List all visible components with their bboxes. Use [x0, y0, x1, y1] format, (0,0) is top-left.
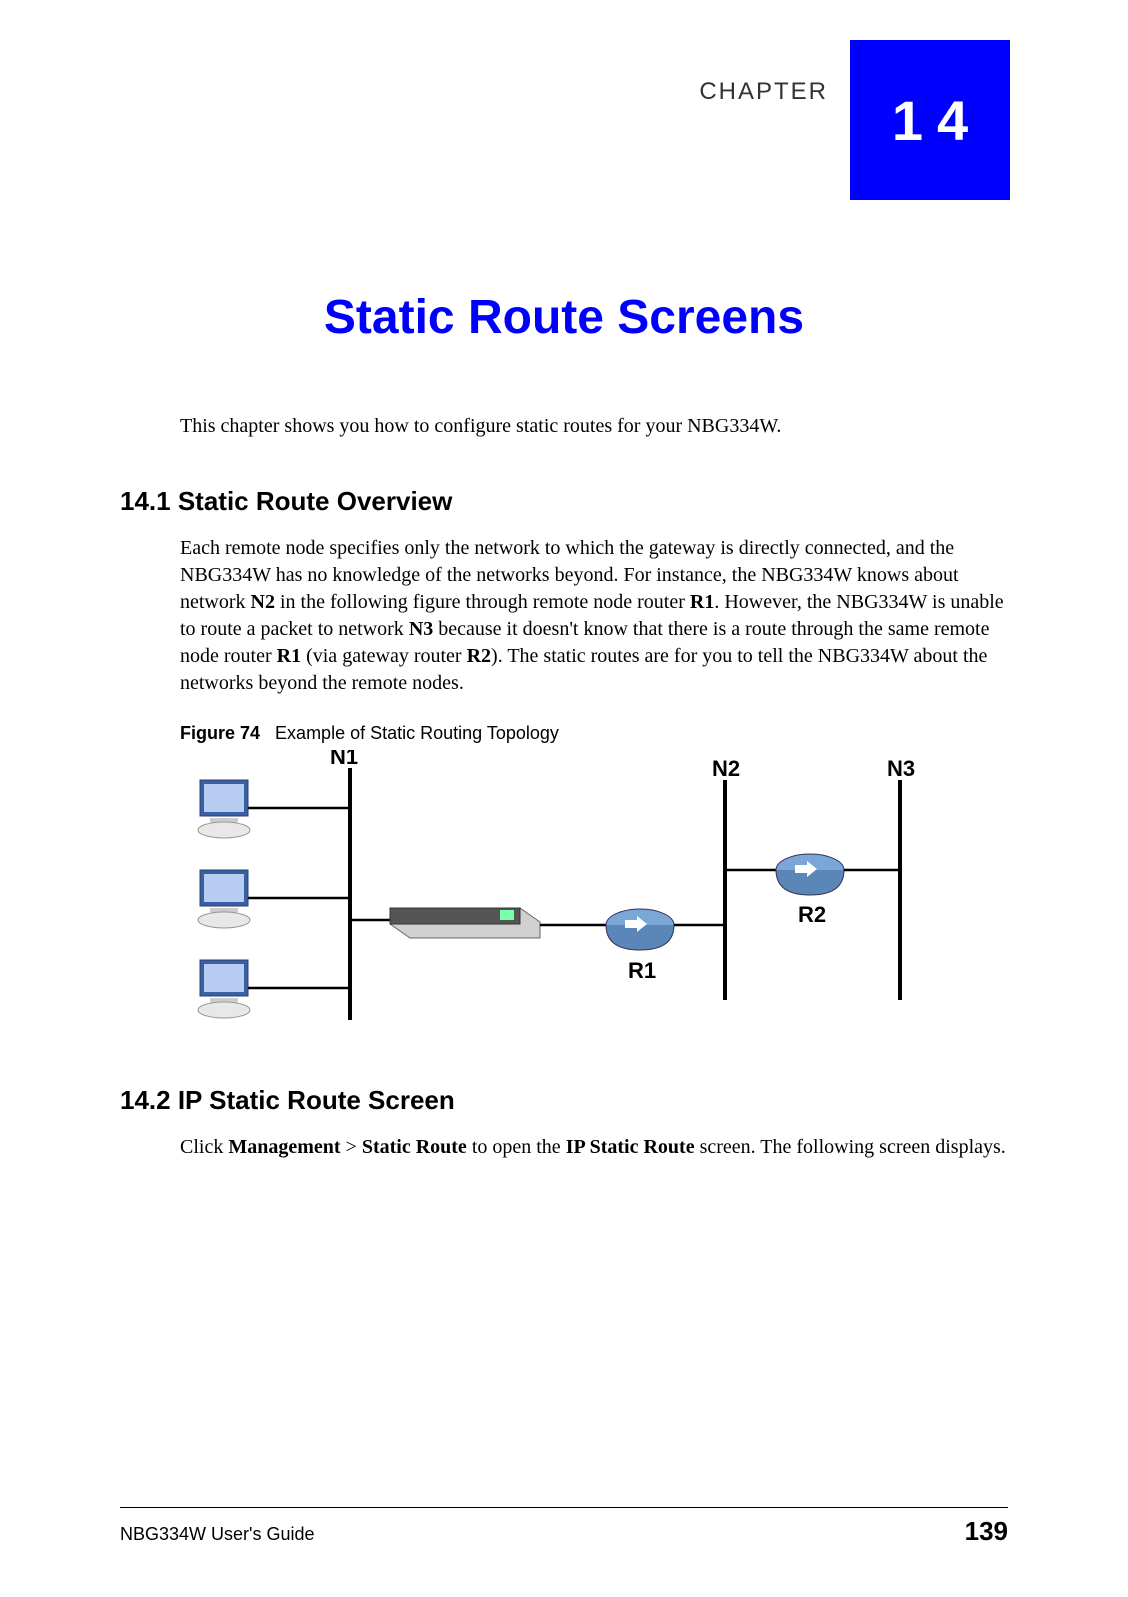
chapter-label: CHAPTER	[699, 78, 828, 106]
section-2-body: Click Management > Static Route to open …	[180, 1134, 1008, 1161]
text: screen. The following screen displays.	[695, 1136, 1006, 1158]
footer-guide-title: NBG334W User's Guide	[120, 1524, 315, 1545]
figure-title: Example of Static Routing Topology	[275, 723, 559, 743]
label-r2: R2	[798, 902, 826, 927]
chapter-number-box: 14	[850, 40, 1010, 200]
section-2-heading: 14.2 IP Static Route Screen	[120, 1085, 1008, 1116]
gateway-device-icon	[350, 908, 540, 938]
text: to open the	[467, 1136, 566, 1158]
bold-management: Management	[228, 1136, 340, 1158]
footer-page-number: 139	[965, 1516, 1008, 1547]
text: (via gateway router	[301, 645, 466, 667]
page: CHAPTER 14 Static Route Screens This cha…	[0, 0, 1128, 1597]
bold-r1: R1	[690, 591, 714, 613]
chapter-intro: This chapter shows you how to configure …	[180, 415, 1008, 438]
label-r1: R1	[628, 958, 656, 983]
chapter-title: Static Route Screens	[120, 290, 1008, 345]
router-r2-icon: R2	[776, 854, 844, 927]
section-1-heading: 14.1 Static Route Overview	[120, 486, 1008, 517]
bold-n2: N2	[251, 591, 275, 613]
bold-r2: R2	[467, 645, 491, 667]
bold-static-route: Static Route	[362, 1136, 467, 1158]
text: >	[341, 1136, 362, 1158]
bold-n3: N3	[409, 618, 433, 640]
router-r1-icon: R1	[606, 909, 674, 983]
computer-icon	[198, 960, 350, 1018]
bold-ip-static-route: IP Static Route	[566, 1136, 695, 1158]
label-n2: N2	[712, 756, 740, 781]
text: in the following figure through remote n…	[275, 591, 690, 613]
bold-r1b: R1	[277, 645, 301, 667]
figure-caption: Figure 74 Example of Static Routing Topo…	[180, 723, 1008, 744]
text: Click	[180, 1136, 228, 1158]
computer-icon	[198, 780, 350, 838]
section-1-body: Each remote node specifies only the netw…	[180, 535, 1008, 697]
computer-icon	[198, 870, 350, 928]
label-n1: N1	[330, 750, 358, 769]
topology-diagram: N1	[180, 750, 1008, 1045]
figure-number: Figure 74	[180, 723, 260, 743]
page-footer: NBG334W User's Guide 139	[120, 1507, 1008, 1547]
label-n3: N3	[887, 756, 915, 781]
